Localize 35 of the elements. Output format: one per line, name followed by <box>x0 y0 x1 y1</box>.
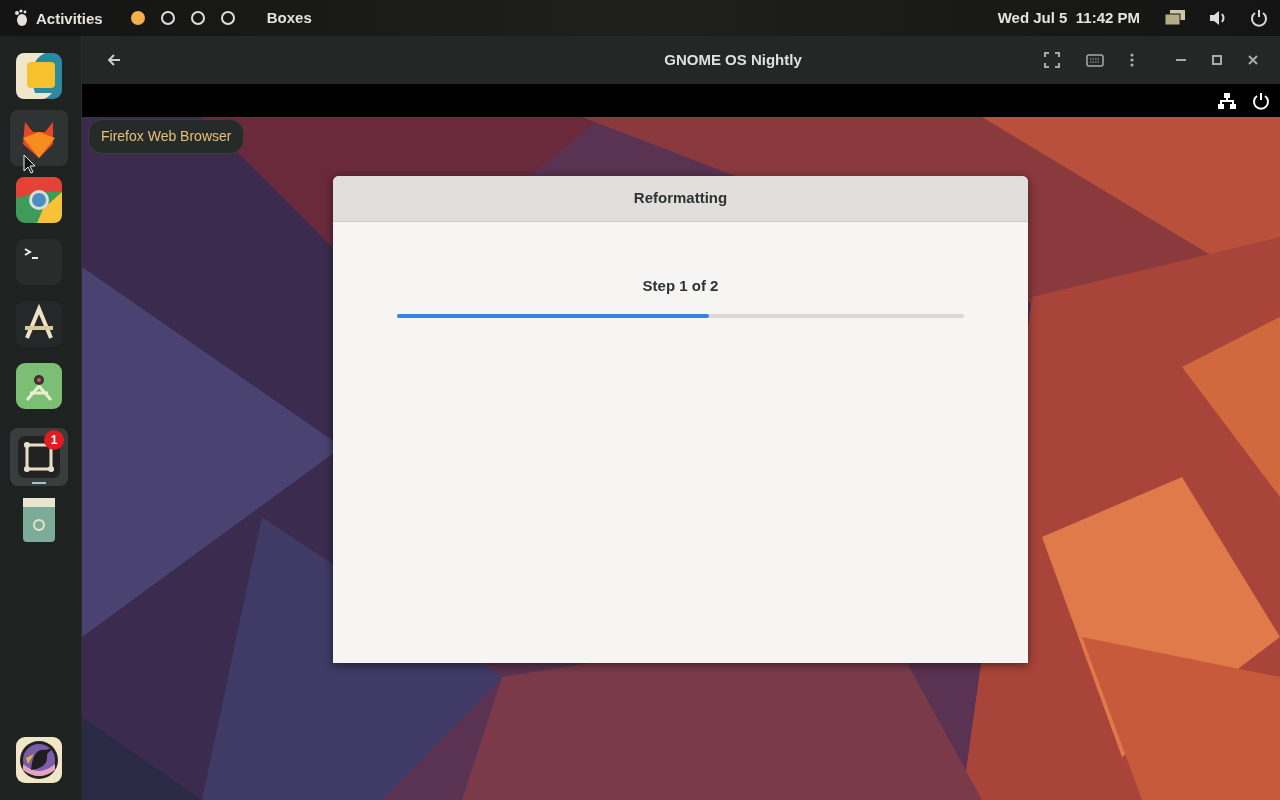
power-icon[interactable] <box>1252 91 1270 110</box>
robot-icon <box>15 362 63 410</box>
frame-icon <box>15 433 63 481</box>
power-icon[interactable] <box>1250 9 1268 27</box>
fullscreen-icon <box>1044 52 1060 68</box>
running-indicator <box>32 482 46 484</box>
folder-icon <box>15 52 63 100</box>
notification-badge: 1 <box>44 430 64 450</box>
screens-icon[interactable] <box>1164 9 1186 27</box>
workspace-indicator[interactable] <box>160 11 175 25</box>
workspace-indicator[interactable] <box>190 11 205 25</box>
app-menu-label[interactable]: Boxes <box>266 6 312 30</box>
mouse-pointer-icon <box>23 154 37 174</box>
dock-item[interactable]: 1 <box>10 428 68 486</box>
tooltip: Firefox Web Browser <box>88 119 245 154</box>
network-icon[interactable] <box>1218 92 1236 109</box>
minimize-icon <box>1176 59 1186 61</box>
foot-icon <box>14 9 28 27</box>
dialog-title: Reformatting <box>633 188 728 209</box>
clock[interactable]: Wed Jul 5 11:42 PM <box>997 6 1140 30</box>
workspace-indicator[interactable] <box>220 11 235 25</box>
dock-item[interactable] <box>10 110 68 166</box>
compass-icon <box>15 300 63 348</box>
bird-icon <box>15 736 63 784</box>
close-icon <box>1248 55 1258 65</box>
window-title: GNOME OS Nightly <box>663 49 803 70</box>
step-label: Step 1 of 2 <box>642 276 719 296</box>
activities-button[interactable]: Activities <box>10 5 107 31</box>
workspace-indicator[interactable] <box>130 11 145 25</box>
menu-icon <box>1130 53 1134 67</box>
terminal-icon <box>15 238 63 286</box>
keyboard-icon <box>1086 53 1104 67</box>
back-arrow-icon <box>106 52 122 68</box>
maximize-icon <box>1212 55 1222 65</box>
browser-icon <box>15 176 63 224</box>
